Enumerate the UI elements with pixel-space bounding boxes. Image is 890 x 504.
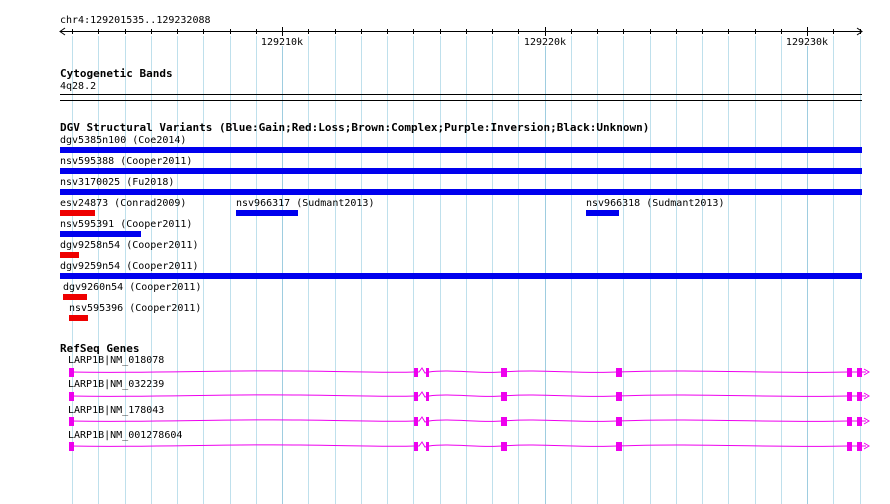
coordinate-ruler[interactable]: 129210k 129220k 129230k: [0, 0, 890, 60]
gene-exon[interactable]: [847, 392, 852, 401]
gene-exon[interactable]: [847, 417, 852, 426]
gene-exon[interactable]: [414, 392, 418, 401]
cytoband-line-bottom: [60, 100, 862, 101]
gene-exon[interactable]: [501, 442, 507, 451]
gene-exon[interactable]: [69, 417, 74, 426]
dgv-feature-label: nsv595391 (Cooper2011): [60, 219, 193, 230]
cytoband-label[interactable]: 4q28.2: [60, 81, 96, 92]
gene-label: LARP1B|NM_018078: [68, 355, 165, 366]
gene-exon[interactable]: [426, 442, 429, 451]
gene-exon[interactable]: [414, 417, 418, 426]
gene-exon[interactable]: [426, 417, 429, 426]
dgv-feature-bar[interactable]: [236, 210, 298, 216]
dgv-feature-label: dgv5385n100 (Coe2014): [60, 135, 187, 146]
dgv-feature-label: nsv595396 (Cooper2011): [69, 303, 202, 314]
dgv-feature-bar[interactable]: [60, 273, 862, 279]
dgv-feature-label: dgv9259n54 (Cooper2011): [60, 261, 199, 272]
gene-exon[interactable]: [857, 368, 862, 377]
gene-exon[interactable]: [616, 442, 622, 451]
dgv-feature-bar[interactable]: [69, 315, 88, 321]
gene-label: LARP1B|NM_001278604: [68, 430, 183, 441]
dgv-feature-bar[interactable]: [60, 210, 95, 216]
dgv-feature-label: esv24873 (Conrad2009): [60, 198, 187, 209]
gene-exon[interactable]: [414, 368, 418, 377]
gene-exon[interactable]: [847, 368, 852, 377]
refseq-track-title: RefSeq Genes: [60, 342, 140, 355]
gene-exon[interactable]: [857, 442, 862, 451]
cytoband-line-top: [60, 94, 862, 95]
ruler-tick-label: 129230k: [786, 37, 828, 48]
gene-exon[interactable]: [857, 417, 862, 426]
gene-exon[interactable]: [69, 368, 74, 377]
dgv-feature-bar[interactable]: [60, 231, 141, 237]
dgv-feature-label: dgv9260n54 (Cooper2011): [63, 282, 202, 293]
dgv-feature-bar[interactable]: [60, 189, 862, 195]
gene-exon[interactable]: [616, 368, 622, 377]
dgv-feature-label: nsv595388 (Cooper2011): [60, 156, 193, 167]
gene-exon[interactable]: [616, 417, 622, 426]
gene-exon[interactable]: [616, 392, 622, 401]
dgv-feature-label: nsv966317 (Sudmant2013): [236, 198, 375, 209]
dgv-track-title: DGV Structural Variants (Blue:Gain;Red:L…: [60, 121, 650, 134]
dgv-feature-bar[interactable]: [586, 210, 619, 216]
gene-exon[interactable]: [426, 368, 429, 377]
cytoband-track-title: Cytogenetic Bands: [60, 67, 173, 80]
dgv-feature-bar[interactable]: [60, 147, 862, 153]
dgv-feature-label: nsv966318 (Sudmant2013): [586, 198, 725, 209]
dgv-feature-bar[interactable]: [63, 294, 87, 300]
gene-exon[interactable]: [69, 442, 74, 451]
dgv-feature-label: nsv3170025 (Fu2018): [60, 177, 175, 188]
gene-exon[interactable]: [69, 392, 74, 401]
ruler-tick-label: 129210k: [261, 37, 303, 48]
gene-exon[interactable]: [501, 368, 507, 377]
gene-exon[interactable]: [501, 417, 507, 426]
dgv-feature-bar[interactable]: [60, 168, 862, 174]
gene-exon[interactable]: [414, 442, 418, 451]
gene-label: LARP1B|NM_178043: [68, 405, 165, 416]
dgv-feature-bar[interactable]: [60, 252, 79, 258]
dgv-feature-label: dgv9258n54 (Cooper2011): [60, 240, 199, 251]
gene-exon[interactable]: [847, 442, 852, 451]
gene-exon[interactable]: [501, 392, 507, 401]
gene-label: LARP1B|NM_032239: [68, 379, 165, 390]
ruler-tick-label: 129220k: [524, 37, 566, 48]
gene-exon[interactable]: [426, 392, 429, 401]
gene-exon[interactable]: [857, 392, 862, 401]
